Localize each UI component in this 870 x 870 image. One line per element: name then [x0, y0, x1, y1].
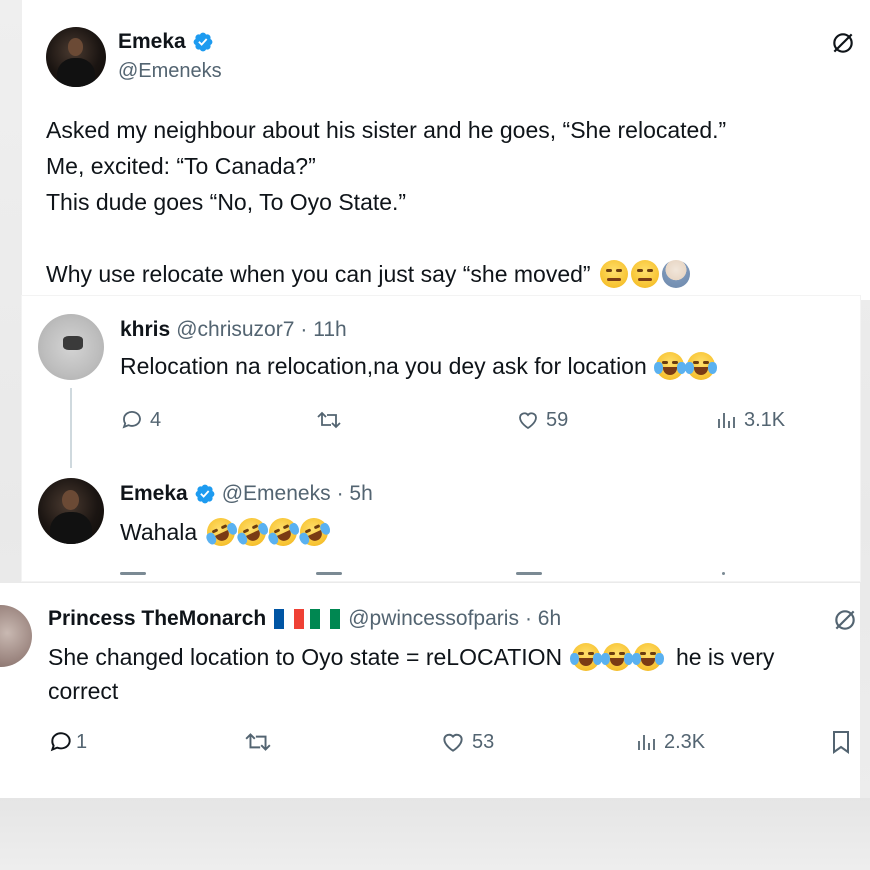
reply3-repost-button[interactable]	[244, 729, 272, 755]
bookmark-icon	[833, 731, 849, 754]
tweet-line-1: Asked my neighbour about his sister and …	[46, 117, 727, 143]
reply-icon	[122, 411, 141, 429]
reply2-name-row: Emeka @Emeneks · 5h	[120, 482, 373, 506]
rofl-icon	[232, 513, 271, 551]
khris-avatar[interactable]	[38, 314, 104, 380]
reply1-like-count: 59	[546, 408, 569, 431]
reply3-name-row: Princess TheMonarch @pwincessofparis · 6…	[48, 607, 561, 631]
reply3-handle[interactable]: @pwincessofparis	[348, 607, 519, 631]
repost-icon	[245, 733, 271, 751]
man-facepalming-icon	[661, 260, 690, 288]
reply3-like-button[interactable]: 53	[440, 729, 494, 755]
thread-connector-line	[70, 388, 72, 468]
nigeria-flag-icon	[310, 609, 341, 629]
tweet-line-5-row: Why use relocate when you can just say “…	[46, 256, 690, 292]
reply1-views-button[interactable]: 3.1K	[714, 408, 785, 432]
reply-thread-card: khris @chrisuzor7 · 11h Relocation na re…	[22, 296, 860, 581]
reply1-reply-button[interactable]: 4	[120, 408, 161, 432]
heart-icon	[519, 412, 537, 430]
tweet-line-3: This dude goes “No, To Oyo State.”	[46, 189, 407, 215]
reply2-text: Wahala	[120, 519, 198, 545]
tweet-line-2: Me, excited: “To Canada?”	[46, 153, 316, 179]
tweet-line-5: Why use relocate when you can just say “…	[46, 261, 591, 287]
reply2-text-row: Wahala	[120, 513, 333, 551]
tears-of-joy-icon	[685, 352, 718, 380]
emeka-reply-avatar[interactable]	[38, 478, 104, 544]
reply1-like-button[interactable]: 59	[516, 408, 568, 432]
views-icon	[718, 413, 735, 428]
reply1-repost-button[interactable]	[316, 408, 342, 432]
reply2-actions-cropped	[22, 566, 860, 581]
grok-icon[interactable]	[832, 607, 858, 633]
rofl-icon	[294, 513, 333, 551]
reply1-name[interactable]: khris	[120, 318, 170, 342]
heart-icon	[443, 733, 463, 752]
tears-of-joy-icon	[631, 643, 664, 671]
reply3-bookmark-button[interactable]	[830, 729, 852, 755]
author-name-row: Emeka	[118, 30, 214, 54]
tears-of-joy-icon	[600, 643, 633, 671]
france-flag-icon	[274, 609, 305, 629]
repost-icon	[317, 411, 341, 429]
rofl-icon	[263, 513, 302, 551]
views-icon	[638, 735, 655, 750]
main-tweet-card: Emeka @Emeneks Asked my neighbour about …	[22, 0, 870, 300]
reply-icon	[50, 732, 71, 752]
verified-badge-icon	[193, 32, 213, 52]
reply3-view-count: 2.3K	[664, 730, 706, 753]
reply3-name[interactable]: Princess TheMonarch	[48, 607, 266, 631]
bottom-blur-area	[0, 798, 870, 870]
reply2-handle[interactable]: @Emeneks	[222, 482, 331, 506]
reply1-name-row: khris @chrisuzor7 · 11h	[120, 318, 347, 342]
reply1-time[interactable]: · 11h	[300, 318, 346, 342]
reply1-text: Relocation na relocation,na you dey ask …	[120, 353, 647, 379]
grok-icon[interactable]	[830, 30, 856, 56]
verified-badge-icon	[195, 484, 215, 504]
reply3-text-part2: he is very	[675, 644, 775, 670]
reply3-text-line2: correct	[48, 678, 119, 704]
princess-avatar[interactable]	[0, 605, 32, 667]
tears-of-joy-icon	[654, 352, 687, 380]
reply2-time[interactable]: · 5h	[337, 482, 373, 506]
reply2-name[interactable]: Emeka	[120, 482, 188, 506]
rofl-icon	[201, 513, 240, 551]
author-avatar[interactable]	[46, 27, 106, 87]
reply3-card: Princess TheMonarch @pwincessofparis · 6…	[0, 583, 860, 798]
reply3-reply-button[interactable]: 1	[48, 729, 87, 755]
author-name[interactable]: Emeka	[118, 30, 186, 54]
reply1-reply-count: 4	[150, 408, 162, 431]
author-handle[interactable]: @Emeneks	[118, 60, 222, 83]
reply3-text-part1: She changed location to Oyo state = reLO…	[48, 644, 563, 670]
reply1-handle[interactable]: @chrisuzor7	[176, 318, 294, 342]
tears-of-joy-icon	[569, 643, 602, 671]
unamused-face-icon	[599, 260, 628, 288]
reply3-time[interactable]: · 6h	[525, 607, 561, 631]
reply3-views-button[interactable]: 2.3K	[634, 729, 705, 755]
reply3-like-count: 53	[472, 730, 495, 753]
unamused-face-icon	[630, 260, 659, 288]
reply1-text-row: Relocation na relocation,na you dey ask …	[120, 348, 718, 384]
reply3-reply-count: 1	[76, 730, 88, 753]
reply3-text-row: She changed location to Oyo state = reLO…	[48, 639, 774, 675]
reply1-view-count: 3.1K	[744, 408, 786, 431]
